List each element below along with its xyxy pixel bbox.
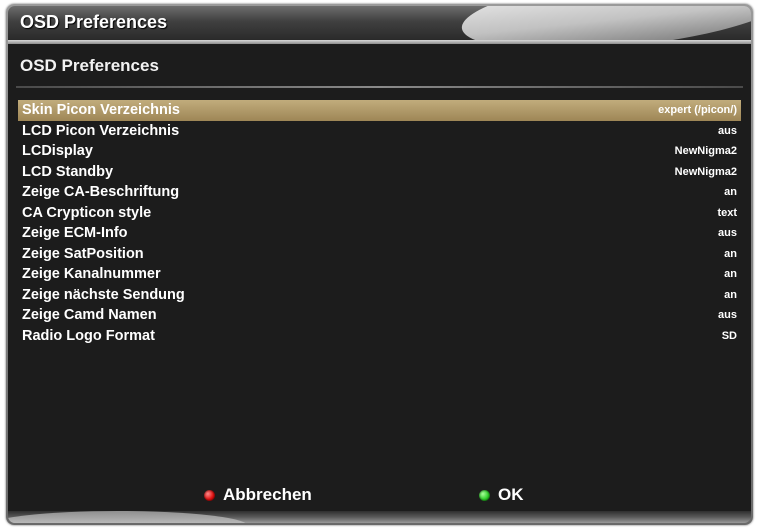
cancel-button-label: Abbrechen (223, 485, 312, 504)
content-panel: OSD Preferences Skin Picon Verzeichnis ex… (8, 44, 751, 511)
settings-row[interactable]: Zeige SatPosition an (18, 244, 741, 265)
title-bar: OSD Preferences (8, 6, 751, 40)
setting-value: an (724, 288, 737, 301)
subtitle-divider (16, 86, 743, 88)
settings-row[interactable]: Skin Picon Verzeichnis expert (/picon/) (18, 100, 741, 121)
setting-label: LCD Standby (22, 163, 114, 180)
setting-value: an (724, 268, 737, 280)
setting-label: Radio Logo Format (22, 327, 155, 344)
setting-label: Zeige SatPosition (22, 245, 144, 262)
red-key-icon (204, 489, 215, 501)
setting-value: an (724, 186, 737, 198)
green-key-icon (479, 489, 490, 501)
setting-value: expert (/picon/) (658, 104, 737, 116)
setting-value: NewNigma2 (674, 145, 737, 157)
setting-label: Zeige nächste Sendung (22, 286, 185, 303)
settings-row[interactable]: LCDisplay NewNigma2 (18, 141, 741, 162)
button-bar: Abbrechen OK (8, 482, 751, 508)
cancel-button[interactable]: Abbrechen (204, 482, 312, 508)
settings-row[interactable]: Zeige CA-Beschriftung an (18, 182, 741, 203)
setting-label: Zeige ECM-Info (22, 225, 128, 241)
setting-value: aus (718, 309, 737, 321)
osd-window: OSD Preferences OSD Preferences Skin Pic… (6, 4, 753, 525)
screen-subtitle: OSD Preferences (20, 56, 159, 75)
bottom-bar (8, 511, 751, 523)
settings-row[interactable]: Zeige ECM-Info aus (18, 223, 741, 244)
settings-row[interactable]: Zeige nächste Sendung an (18, 285, 741, 306)
setting-value: aus (718, 227, 737, 239)
setting-value: aus (718, 124, 737, 137)
settings-row[interactable]: Radio Logo Format SD (18, 326, 741, 347)
setting-value: NewNigma2 (674, 165, 737, 178)
setting-label: Zeige Kanalnummer (22, 266, 161, 282)
settings-row[interactable]: LCD Picon Verzeichnis aus (18, 121, 741, 142)
ok-button[interactable]: OK (479, 482, 524, 508)
settings-row[interactable]: CA Crypticon style text (18, 203, 741, 224)
setting-label: LCDisplay (22, 143, 93, 159)
settings-row[interactable]: LCD Standby NewNigma2 (18, 162, 741, 183)
setting-label: Skin Picon Verzeichnis (22, 102, 180, 118)
window-title: OSD Preferences (20, 12, 168, 32)
setting-value: text (717, 206, 737, 219)
setting-label: Zeige CA-Beschriftung (22, 184, 180, 200)
settings-row[interactable]: Zeige Camd Namen aus (18, 305, 741, 326)
settings-list: Skin Picon Verzeichnis expert (/picon/) LC… (18, 100, 741, 346)
settings-row[interactable]: Zeige Kanalnummer an (18, 264, 741, 285)
setting-label: CA Crypticon style (22, 204, 152, 221)
setting-label: Zeige Camd Namen (22, 307, 157, 323)
title-swoosh-decoration (458, 6, 751, 40)
ok-button-label: OK (498, 485, 524, 504)
setting-value: an (724, 247, 737, 260)
setting-label: LCD Picon Verzeichnis (22, 122, 180, 139)
bottom-swoosh-decoration (8, 511, 248, 523)
setting-value: SD (721, 329, 737, 342)
